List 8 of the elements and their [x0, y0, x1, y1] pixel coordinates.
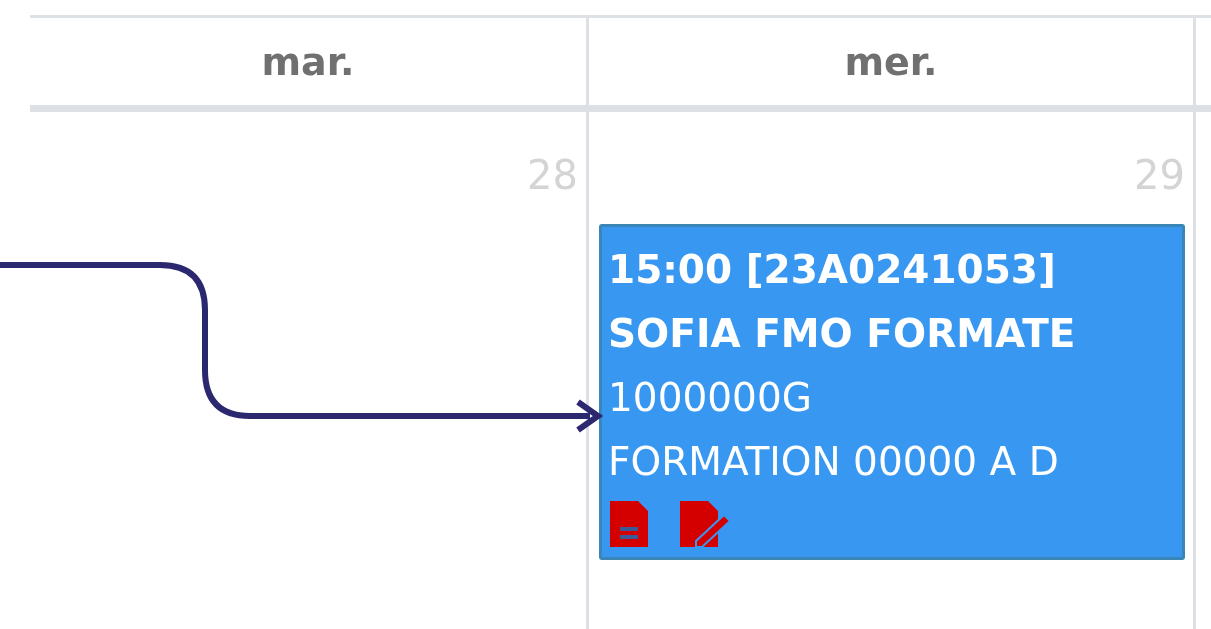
event-text: FORMATION 00000 A D [608, 438, 1060, 486]
event-text: 15:00 [23A0241053] [608, 246, 1057, 294]
event-text: 1000000G [608, 374, 813, 422]
weekday-label: mer. [844, 39, 938, 84]
document-icon[interactable] [608, 499, 650, 549]
weekday-label: mar. [261, 39, 355, 84]
event-text: SOFIA FMO FORMATE [608, 310, 1077, 358]
event-card[interactable]: 15:00 [23A0241053] SOFIA FMO FORMATE 1000000G FORMATION 00000 A D [599, 224, 1185, 560]
